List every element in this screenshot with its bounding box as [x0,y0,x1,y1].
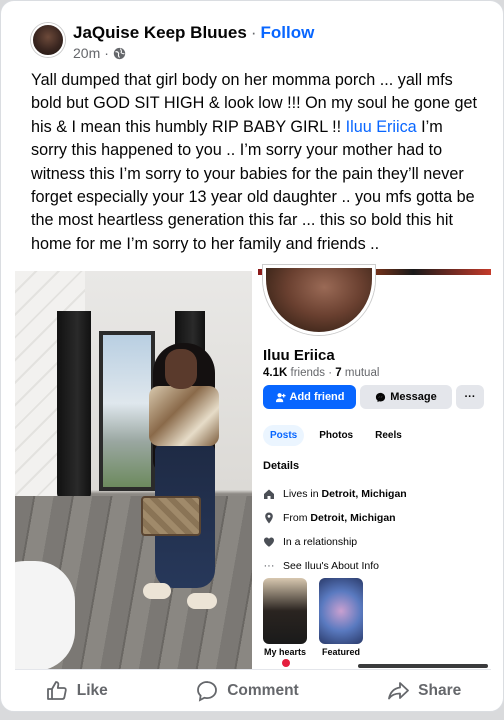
globe-icon [113,47,126,59]
post-header: JaQuise Keep Bluues · Follow 20m · [25,15,485,65]
featured-label: Featured [321,647,360,657]
like-button[interactable]: Like [45,679,108,703]
post-card: JaQuise Keep Bluues · Follow 20m · Yall du… [0,0,504,712]
comment-icon [197,681,218,702]
author-avatar[interactable] [31,23,65,57]
add-friend-label: Add friend [289,391,345,403]
add-friend-button: Add friend [263,385,356,409]
author-row: JaQuise Keep Bluues · Follow [73,23,314,43]
detail-relationship: In a relationship [263,530,489,554]
thumbs-up-icon [46,681,67,700]
meta-separator: · [104,45,109,61]
featured-label: My hearts [263,647,307,657]
profile-tabs: Posts Photos Reels [263,425,409,446]
post-text: Yall dumped that girl body on her momma … [31,69,483,256]
profile-name: Iluu Eriica [263,347,335,364]
more-button: ··· [456,385,484,409]
heart-dot [282,659,290,667]
dots-icon: ··· [263,560,275,572]
message-label: Message [390,391,437,403]
profile-screenshot: Iluu Eriica 4.1K friends · 7 mutual Add … [258,265,491,669]
like-label: Like [76,682,108,699]
heart-icon [264,537,274,547]
tab-photos: Photos [319,430,354,441]
friends-count: 4.1K [263,367,288,379]
featured-thumbnails [263,578,363,644]
post-meta: 20m · [73,45,126,61]
detail-lives-in: Lives in Detroit, Michigan [263,482,489,506]
tab-posts: Posts [263,425,305,446]
author-name[interactable]: JaQuise Keep Bluues [73,23,247,42]
details-list: Lives in Detroit, Michigan From Detroit,… [263,482,489,578]
post-time[interactable]: 20m [73,45,100,61]
details-heading: Details [263,460,300,472]
add-person-icon [275,392,286,402]
post-text-after: I’m sorry this happened to you .. I’m so… [31,117,475,253]
mutual-label: mutual [344,367,380,379]
about-info-link: See Iluu's About Info [283,560,379,572]
from-prefix: From [283,512,311,524]
messenger-icon [376,392,386,402]
profile-buttons: Add friend Message ··· [263,385,484,409]
scroll-indicator [358,664,488,668]
share-label: Share [418,682,462,699]
tab-reels: Reels [375,430,402,441]
dots-icon: ··· [464,391,476,403]
lives-prefix: Lives in [283,488,322,500]
location-pin-icon [265,512,273,524]
action-bar: Like Comment Share [1,669,504,713]
relationship-status: In a relationship [283,536,358,548]
profile-stats: 4.1K friends · 7 mutual [263,367,380,379]
featured-thumb-featured [319,578,363,644]
from-city: Detroit, Michigan [310,512,396,524]
detail-about: ··· See Iluu's About Info [263,554,489,578]
separator-dot: · [250,23,257,42]
comment-button[interactable]: Comment [195,679,299,703]
message-button: Message [360,385,452,409]
share-icon [388,682,410,700]
lives-city: Detroit, Michigan [321,488,407,500]
featured-labels: My hearts Featured [263,647,363,657]
home-icon [264,489,274,499]
mutual-count: 7 [335,367,342,379]
share-button[interactable]: Share [386,679,461,703]
person-photo [15,271,252,669]
post-image[interactable]: Iluu Eriica 4.1K friends · 7 mutual Add … [15,265,491,669]
detail-from: From Detroit, Michigan [263,506,489,530]
friends-label: friends [290,367,326,379]
mention-link[interactable]: Iluu Eriica [346,118,417,136]
follow-button[interactable]: Follow [261,23,315,42]
featured-thumb-my-hearts [263,578,307,644]
comment-label: Comment [227,682,299,699]
profile-picture [263,265,375,335]
